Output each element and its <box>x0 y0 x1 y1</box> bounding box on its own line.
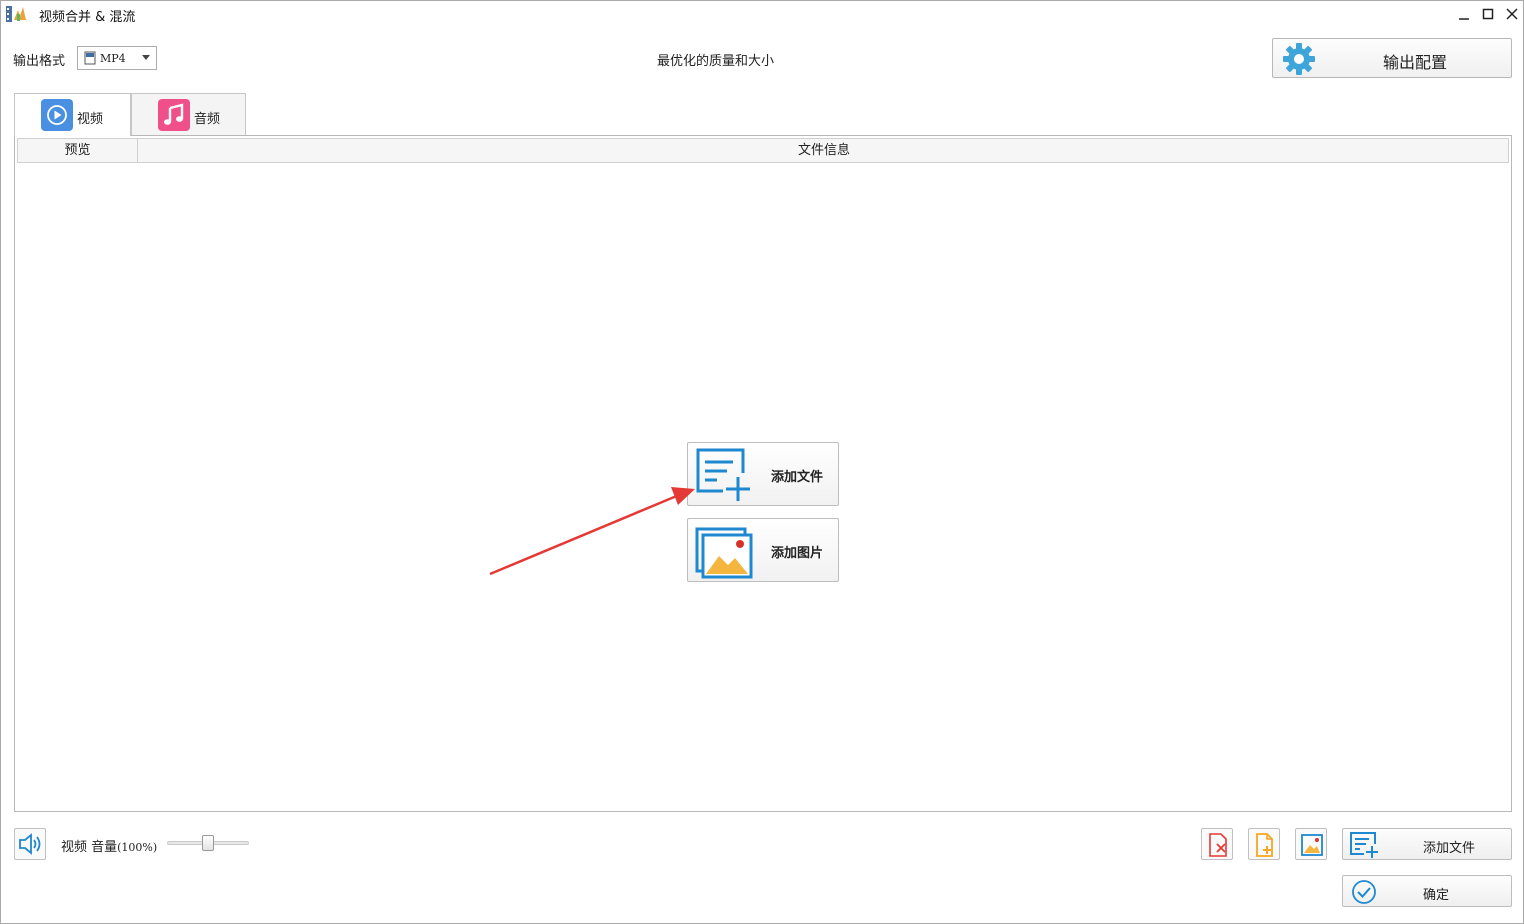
output-format-label: 输出格式 <box>13 54 66 69</box>
column-header-preview[interactable]: 预览 <box>18 139 138 162</box>
title-bar: 视频合并 & 混流 <box>1 1 1523 27</box>
add-document-icon <box>1256 833 1273 857</box>
volume-slider-thumb[interactable] <box>202 835 214 851</box>
add-file-bottom-button[interactable]: 添加文件 <box>1342 828 1512 860</box>
film-strip-icon <box>6 6 26 22</box>
list-header: 预览 文件信息 <box>17 138 1509 163</box>
music-note-icon <box>158 99 190 131</box>
file-format-icon <box>84 51 96 65</box>
volume-label-text: 视频 音量 <box>61 840 118 855</box>
chevron-down-icon <box>142 55 150 60</box>
close-icon <box>1506 8 1518 20</box>
maximize-icon <box>1482 8 1494 20</box>
output-config-label: 输出配置 <box>1383 53 1448 72</box>
add-file-bottom-label: 添加文件 <box>1423 841 1476 856</box>
quality-preset-text: 最优化的质量和大小 <box>657 54 775 69</box>
add-file-icon <box>1350 832 1378 858</box>
tab-video[interactable]: 视频 <box>14 93 131 136</box>
maximize-button[interactable] <box>1477 4 1499 24</box>
app-window: 视频合并 & 混流 输出格式 MP4 最优化的质量和大小 输出配置 视频 音频 … <box>0 0 1524 924</box>
add-image-label: 添加图片 <box>771 546 824 561</box>
output-format-select[interactable]: MP4 <box>77 46 157 70</box>
confirm-button[interactable]: 确定 <box>1342 875 1512 907</box>
tab-video-label: 视频 <box>77 112 104 127</box>
add-image-small-button[interactable] <box>1295 828 1327 860</box>
volume-percent: (100%) <box>117 841 158 854</box>
remove-file-button[interactable] <box>1201 828 1233 860</box>
add-file-label: 添加文件 <box>771 470 824 485</box>
delete-file-icon <box>1209 833 1227 857</box>
volume-label: 视频 音量(100%) <box>61 836 157 855</box>
close-button[interactable] <box>1501 4 1523 24</box>
check-circle-icon <box>1352 880 1376 904</box>
minimize-icon <box>1459 18 1469 20</box>
image-icon <box>1301 834 1323 856</box>
output-format-value: MP4 <box>100 51 126 65</box>
play-icon <box>41 99 73 131</box>
volume-button[interactable] <box>14 828 46 860</box>
window-title: 视频合并 & 混流 <box>39 10 136 25</box>
column-header-file-info[interactable]: 文件信息 <box>138 139 1510 162</box>
speaker-icon <box>19 833 41 855</box>
confirm-label: 确定 <box>1423 888 1450 903</box>
tab-audio[interactable]: 音频 <box>131 93 246 135</box>
output-config-button[interactable]: 输出配置 <box>1272 38 1512 78</box>
tab-audio-label: 音频 <box>194 112 221 127</box>
add-folder-button[interactable] <box>1248 828 1280 860</box>
annotation-arrow-icon <box>489 487 695 576</box>
gear-icon <box>1283 43 1315 75</box>
minimize-button[interactable] <box>1453 4 1475 24</box>
